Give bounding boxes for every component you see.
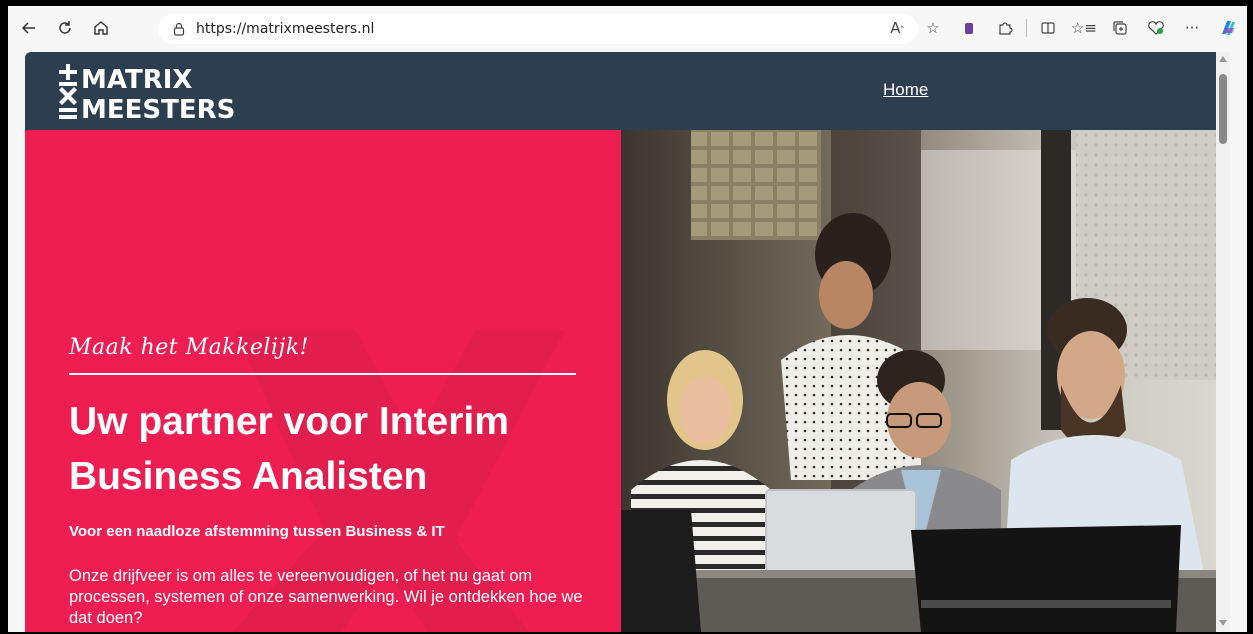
tagline-divider xyxy=(69,373,576,375)
extension-icon[interactable] xyxy=(954,13,984,43)
hero-subheading: Voor een naadloze afstemming tussen Busi… xyxy=(69,523,445,540)
favorite-star-icon[interactable]: ☆ xyxy=(918,13,948,43)
hero-text-panel: Maak het Makkelijk! Uw partner voor Inte… xyxy=(25,130,621,632)
page-scrollbar[interactable] xyxy=(1216,52,1230,632)
nav-link-home[interactable]: Home xyxy=(883,80,928,100)
scrollbar-thumb[interactable] xyxy=(1219,74,1227,144)
hero-body-text: Onze drijfveer is om alles te vereenvoud… xyxy=(69,567,583,627)
page-viewport: MATRIX MEESTERS Home Maak het Makkelijk!… xyxy=(25,52,1216,632)
split-screen-icon[interactable] xyxy=(1033,13,1063,43)
back-button[interactable] xyxy=(14,13,44,43)
read-aloud-icon[interactable]: Aʰ xyxy=(882,13,912,43)
toolbar-separator xyxy=(1026,19,1027,37)
back-arrow-icon xyxy=(21,22,35,34)
hero-team-photo xyxy=(621,130,1216,632)
browser-window: https://matrixmeesters.nl Aʰ ☆ ☆≡ ··· MA… xyxy=(8,6,1247,632)
browser-essentials-icon[interactable] xyxy=(1141,13,1171,43)
logo-line-2: MEESTERS xyxy=(81,95,235,122)
headline-line-1: Uw partner voor Interim xyxy=(69,400,509,443)
copilot-icon[interactable] xyxy=(1213,13,1243,43)
lock-icon[interactable] xyxy=(172,22,186,36)
hero-tagline: Maak het Makkelijk! xyxy=(69,335,309,360)
scroll-down-arrow-icon[interactable] xyxy=(1219,620,1227,626)
site-header: MATRIX MEESTERS Home xyxy=(25,52,1216,130)
browser-toolbar: https://matrixmeesters.nl Aʰ ☆ ☆≡ ··· xyxy=(8,6,1247,50)
site-logo[interactable]: MATRIX MEESTERS xyxy=(55,64,235,125)
refresh-icon xyxy=(59,21,71,34)
url-text: https://matrixmeesters.nl xyxy=(196,21,375,37)
address-bar[interactable]: https://matrixmeesters.nl xyxy=(158,14,918,44)
home-button[interactable] xyxy=(86,13,116,43)
more-menu-icon[interactable]: ··· xyxy=(1177,13,1207,43)
collections-icon[interactable] xyxy=(1105,13,1135,43)
headline-line-2: Business Analisten xyxy=(69,455,428,498)
extensions-puzzle-icon[interactable] xyxy=(990,13,1020,43)
toolbar-actions: Aʰ ☆ ☆≡ ··· xyxy=(876,13,1243,43)
refresh-button[interactable] xyxy=(50,13,80,43)
hero-section: Maak het Makkelijk! Uw partner voor Inte… xyxy=(25,130,1216,632)
hero-headline: Uw partner voor Interim Business Analist… xyxy=(69,394,589,504)
favorites-list-icon[interactable]: ☆≡ xyxy=(1069,13,1099,43)
home-icon xyxy=(94,21,108,35)
scroll-up-arrow-icon[interactable] xyxy=(1219,56,1227,62)
logo-line-1: MATRIX xyxy=(81,65,192,95)
